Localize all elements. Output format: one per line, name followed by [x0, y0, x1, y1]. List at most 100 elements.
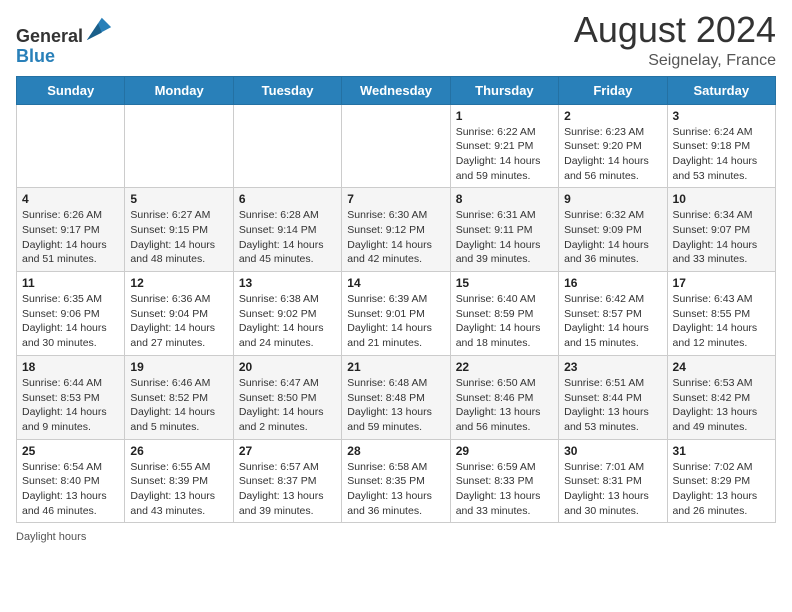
calendar-cell: 23 Sunrise: 6:51 AM Sunset: 8:44 PM Dayli…	[559, 355, 667, 439]
calendar-cell: 12 Sunrise: 6:36 AM Sunset: 9:04 PM Dayli…	[125, 272, 233, 356]
calendar-cell: 18 Sunrise: 6:44 AM Sunset: 8:53 PM Dayli…	[17, 355, 125, 439]
day-number: 1	[456, 109, 553, 123]
calendar-cell: 30Sunrise: 7:01 AM Sunset: 8:31 PM Dayli…	[559, 439, 667, 523]
day-number: 2	[564, 109, 661, 123]
calendar-cell: 20Sunrise: 6:47 AM Sunset: 8:50 PM Dayli…	[233, 355, 341, 439]
day-number: 9	[564, 192, 661, 206]
day-number: 10	[673, 192, 770, 206]
day-number: 27	[239, 444, 336, 458]
calendar-cell: 26 Sunrise: 6:55 AM Sunset: 8:39 PM Dayli…	[125, 439, 233, 523]
day-info: Sunrise: 7:02 AM Sunset: 8:29 PM Dayligh…	[673, 460, 770, 519]
month-year-title: August 2024	[574, 10, 776, 50]
day-info: Sunrise: 6:23 AM Sunset: 9:20 PM Dayligh…	[564, 125, 661, 184]
calendar-cell: 6 Sunrise: 6:28 AM Sunset: 9:14 PM Daylig…	[233, 188, 341, 272]
day-number: 13	[239, 276, 336, 290]
logo-general: General	[16, 26, 83, 46]
col-header-monday: Monday	[125, 76, 233, 104]
calendar-cell	[125, 104, 233, 188]
day-number: 14	[347, 276, 444, 290]
calendar-week-row: 11Sunrise: 6:35 AM Sunset: 9:06 PM Dayli…	[17, 272, 776, 356]
location-subtitle: Seignelay, France	[574, 52, 776, 70]
daylight-label: Daylight hours	[16, 531, 86, 543]
day-number: 31	[673, 444, 770, 458]
day-info: Sunrise: 6:36 AM Sunset: 9:04 PM Dayligh…	[130, 292, 227, 351]
calendar-week-row: 1 Sunrise: 6:22 AM Sunset: 9:21 PM Daylig…	[17, 104, 776, 188]
day-number: 11	[22, 276, 119, 290]
calendar-cell: 27 Sunrise: 6:57 AM Sunset: 8:37 PM Dayli…	[233, 439, 341, 523]
calendar-header-row: SundayMondayTuesdayWednesdayThursdayFrid…	[17, 76, 776, 104]
day-number: 25	[22, 444, 119, 458]
day-number: 8	[456, 192, 553, 206]
day-info: Sunrise: 6:50 AM Sunset: 8:46 PM Dayligh…	[456, 376, 553, 435]
day-info: Sunrise: 6:44 AM Sunset: 8:53 PM Dayligh…	[22, 376, 119, 435]
day-number: 7	[347, 192, 444, 206]
col-header-thursday: Thursday	[450, 76, 558, 104]
day-number: 6	[239, 192, 336, 206]
logo-icon	[85, 14, 113, 42]
calendar-cell	[342, 104, 450, 188]
calendar-cell: 9 Sunrise: 6:32 AM Sunset: 9:09 PM Daylig…	[559, 188, 667, 272]
calendar-cell: 10 Sunrise: 6:34 AM Sunset: 9:07 PM Dayli…	[667, 188, 775, 272]
day-info: Sunrise: 6:27 AM Sunset: 9:15 PM Dayligh…	[130, 208, 227, 267]
day-number: 3	[673, 109, 770, 123]
calendar-cell: 15Sunrise: 6:40 AM Sunset: 8:59 PM Dayli…	[450, 272, 558, 356]
calendar-cell: 28 Sunrise: 6:58 AM Sunset: 8:35 PM Dayli…	[342, 439, 450, 523]
page-header: General Blue August 2024 Seignelay, Fran…	[16, 10, 776, 70]
calendar-cell	[233, 104, 341, 188]
day-info: Sunrise: 6:30 AM Sunset: 9:12 PM Dayligh…	[347, 208, 444, 267]
calendar-cell: 13 Sunrise: 6:38 AM Sunset: 9:02 PM Dayli…	[233, 272, 341, 356]
day-number: 4	[22, 192, 119, 206]
day-number: 28	[347, 444, 444, 458]
day-number: 16	[564, 276, 661, 290]
col-header-wednesday: Wednesday	[342, 76, 450, 104]
day-info: Sunrise: 6:26 AM Sunset: 9:17 PM Dayligh…	[22, 208, 119, 267]
calendar-week-row: 4 Sunrise: 6:26 AM Sunset: 9:17 PM Daylig…	[17, 188, 776, 272]
day-info: Sunrise: 6:53 AM Sunset: 8:42 PM Dayligh…	[673, 376, 770, 435]
logo-blue: Blue	[16, 46, 55, 66]
day-info: Sunrise: 6:59 AM Sunset: 8:33 PM Dayligh…	[456, 460, 553, 519]
col-header-sunday: Sunday	[17, 76, 125, 104]
day-info: Sunrise: 6:32 AM Sunset: 9:09 PM Dayligh…	[564, 208, 661, 267]
day-number: 26	[130, 444, 227, 458]
calendar-cell: 3Sunrise: 6:24 AM Sunset: 9:18 PM Daylig…	[667, 104, 775, 188]
day-number: 12	[130, 276, 227, 290]
day-info: Sunrise: 6:46 AM Sunset: 8:52 PM Dayligh…	[130, 376, 227, 435]
day-info: Sunrise: 6:40 AM Sunset: 8:59 PM Dayligh…	[456, 292, 553, 351]
calendar-cell: 31 Sunrise: 7:02 AM Sunset: 8:29 PM Dayli…	[667, 439, 775, 523]
day-info: Sunrise: 6:42 AM Sunset: 8:57 PM Dayligh…	[564, 292, 661, 351]
day-info: Sunrise: 6:51 AM Sunset: 8:44 PM Dayligh…	[564, 376, 661, 435]
day-info: Sunrise: 6:58 AM Sunset: 8:35 PM Dayligh…	[347, 460, 444, 519]
day-number: 5	[130, 192, 227, 206]
calendar-cell: 21Sunrise: 6:48 AM Sunset: 8:48 PM Dayli…	[342, 355, 450, 439]
calendar-cell: 14 Sunrise: 6:39 AM Sunset: 9:01 PM Dayli…	[342, 272, 450, 356]
col-header-saturday: Saturday	[667, 76, 775, 104]
day-info: Sunrise: 6:54 AM Sunset: 8:40 PM Dayligh…	[22, 460, 119, 519]
day-info: Sunrise: 6:48 AM Sunset: 8:48 PM Dayligh…	[347, 376, 444, 435]
calendar-cell: 25 Sunrise: 6:54 AM Sunset: 8:40 PM Dayli…	[17, 439, 125, 523]
calendar-cell: 16 Sunrise: 6:42 AM Sunset: 8:57 PM Dayli…	[559, 272, 667, 356]
day-info: Sunrise: 6:39 AM Sunset: 9:01 PM Dayligh…	[347, 292, 444, 351]
day-number: 17	[673, 276, 770, 290]
calendar-cell: 11Sunrise: 6:35 AM Sunset: 9:06 PM Dayli…	[17, 272, 125, 356]
day-info: Sunrise: 6:43 AM Sunset: 8:55 PM Dayligh…	[673, 292, 770, 351]
calendar-week-row: 25 Sunrise: 6:54 AM Sunset: 8:40 PM Dayli…	[17, 439, 776, 523]
calendar-table: SundayMondayTuesdayWednesdayThursdayFrid…	[16, 76, 776, 524]
day-number: 22	[456, 360, 553, 374]
calendar-week-row: 18 Sunrise: 6:44 AM Sunset: 8:53 PM Dayli…	[17, 355, 776, 439]
calendar-cell: 1 Sunrise: 6:22 AM Sunset: 9:21 PM Daylig…	[450, 104, 558, 188]
calendar-cell: 5 Sunrise: 6:27 AM Sunset: 9:15 PM Daylig…	[125, 188, 233, 272]
day-number: 20	[239, 360, 336, 374]
day-info: Sunrise: 6:57 AM Sunset: 8:37 PM Dayligh…	[239, 460, 336, 519]
col-header-tuesday: Tuesday	[233, 76, 341, 104]
day-number: 23	[564, 360, 661, 374]
day-number: 18	[22, 360, 119, 374]
calendar-cell: 22 Sunrise: 6:50 AM Sunset: 8:46 PM Dayli…	[450, 355, 558, 439]
calendar-cell: 17 Sunrise: 6:43 AM Sunset: 8:55 PM Dayli…	[667, 272, 775, 356]
day-info: Sunrise: 6:22 AM Sunset: 9:21 PM Dayligh…	[456, 125, 553, 184]
day-info: Sunrise: 6:55 AM Sunset: 8:39 PM Dayligh…	[130, 460, 227, 519]
calendar-cell: 4 Sunrise: 6:26 AM Sunset: 9:17 PM Daylig…	[17, 188, 125, 272]
day-info: Sunrise: 6:34 AM Sunset: 9:07 PM Dayligh…	[673, 208, 770, 267]
day-info: Sunrise: 6:38 AM Sunset: 9:02 PM Dayligh…	[239, 292, 336, 351]
day-info: Sunrise: 6:28 AM Sunset: 9:14 PM Dayligh…	[239, 208, 336, 267]
calendar-cell	[17, 104, 125, 188]
